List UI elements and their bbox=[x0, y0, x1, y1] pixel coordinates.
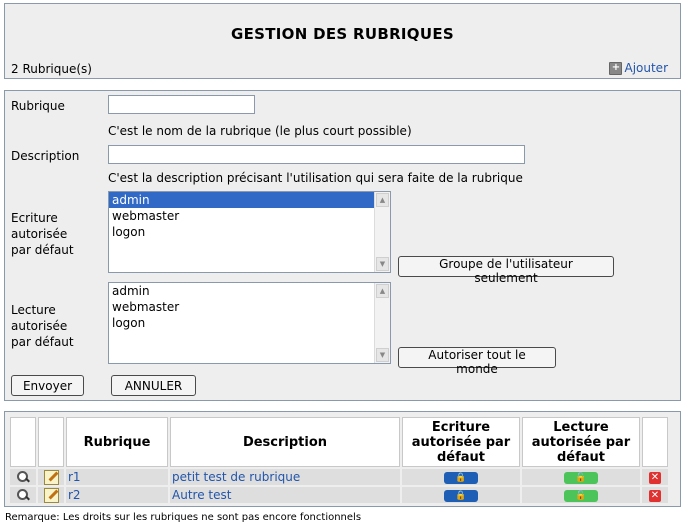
ecriture-cell[interactable]: 🔒 bbox=[402, 487, 520, 503]
description-hint: C'est la description précisant l'utilisa… bbox=[108, 171, 523, 185]
read-unlock-icon[interactable]: 🔓 bbox=[564, 489, 598, 502]
rubriques-table-panel: Rubrique Description Ecriture autorisée … bbox=[4, 411, 681, 507]
add-label: Ajouter bbox=[624, 61, 668, 75]
edit-icon[interactable] bbox=[43, 487, 59, 503]
header-description: Description bbox=[170, 417, 400, 467]
header-delete bbox=[642, 417, 668, 467]
lecture-option-admin[interactable]: admin bbox=[109, 283, 374, 299]
rubrique-input[interactable] bbox=[108, 95, 255, 114]
edit-cell[interactable] bbox=[38, 487, 64, 503]
table-row: r1 petit test de rubrique 🔒 🔓 ✕ bbox=[10, 469, 668, 485]
ecriture-scrollbar[interactable]: ▲ ▼ bbox=[374, 192, 390, 272]
read-unlock-icon[interactable]: 🔓 bbox=[564, 471, 598, 484]
rubrique-hint: C'est le nom de la rubrique (le plus cou… bbox=[108, 124, 412, 138]
scroll-up-icon[interactable]: ▲ bbox=[376, 193, 389, 207]
scroll-down-icon[interactable]: ▼ bbox=[376, 348, 389, 362]
plus-icon: + bbox=[609, 61, 623, 75]
edit-icon[interactable] bbox=[43, 469, 59, 485]
lecture-cell[interactable]: 🔓 bbox=[522, 469, 640, 485]
ecriture-cell[interactable]: 🔒 bbox=[402, 469, 520, 485]
ecriture-label: Ecriture autorisée par défaut bbox=[11, 211, 74, 257]
page-title: GESTION DES RUBRIQUES bbox=[230, 25, 454, 43]
ecriture-listbox[interactable]: admin webmaster logon ▲ ▼ bbox=[108, 191, 391, 273]
lecture-listbox[interactable]: admin webmaster logon ▲ ▼ bbox=[108, 282, 391, 364]
edit-cell[interactable] bbox=[38, 469, 64, 485]
delete-cell[interactable]: ✕ bbox=[642, 487, 668, 503]
description-input[interactable] bbox=[108, 145, 525, 164]
ecriture-option-logon[interactable]: logon bbox=[109, 224, 374, 240]
delete-icon[interactable]: ✕ bbox=[649, 489, 661, 502]
lecture-cell[interactable]: 🔓 bbox=[522, 487, 640, 503]
ecriture-option-webmaster[interactable]: webmaster bbox=[109, 208, 374, 224]
description-label: Description bbox=[11, 149, 80, 163]
envoyer-button[interactable]: Envoyer bbox=[11, 375, 84, 396]
magnifier-icon[interactable] bbox=[16, 488, 30, 502]
autoriser-tout-button[interactable]: Autoriser tout le monde bbox=[398, 347, 556, 376]
view-cell[interactable] bbox=[10, 469, 36, 485]
delete-cell[interactable]: ✕ bbox=[642, 469, 668, 485]
scroll-down-icon[interactable]: ▼ bbox=[376, 257, 389, 271]
ecriture-option-admin[interactable]: admin bbox=[109, 192, 374, 208]
lecture-label: Lecture autorisée par défaut bbox=[11, 303, 74, 349]
rubrique-form: Rubrique C'est le nom de la rubrique (le… bbox=[4, 90, 681, 401]
write-lock-icon[interactable]: 🔒 bbox=[444, 489, 478, 502]
view-cell[interactable] bbox=[10, 487, 36, 503]
rubrique-count: 2 Rubrique(s) bbox=[11, 62, 92, 76]
rubriques-table: Rubrique Description Ecriture autorisée … bbox=[8, 415, 670, 505]
groupe-utilisateur-button[interactable]: Groupe de l'utilisateur seulement bbox=[398, 256, 614, 285]
header-panel: GESTION DES RUBRIQUES 2 Rubrique(s) + Aj… bbox=[4, 3, 681, 79]
header-edit bbox=[38, 417, 64, 467]
rubrique-description-link[interactable]: petit test de rubrique bbox=[170, 469, 400, 485]
footnote: Remarque: Les droits sur les rubriques n… bbox=[5, 512, 362, 523]
table-row: r2 Autre test 🔒 🔓 ✕ bbox=[10, 487, 668, 503]
annuler-button[interactable]: ANNULER bbox=[111, 375, 196, 396]
lecture-option-webmaster[interactable]: webmaster bbox=[109, 299, 374, 315]
header-lecture: Lecture autorisée par défaut bbox=[522, 417, 640, 467]
rubrique-name-link[interactable]: r2 bbox=[66, 487, 168, 503]
table-header-row: Rubrique Description Ecriture autorisée … bbox=[10, 417, 668, 467]
magnifier-icon[interactable] bbox=[16, 470, 30, 484]
delete-icon[interactable]: ✕ bbox=[649, 471, 661, 484]
rubrique-label: Rubrique bbox=[11, 99, 65, 113]
lecture-option-logon[interactable]: logon bbox=[109, 315, 374, 331]
header-ecriture: Ecriture autorisée par défaut bbox=[402, 417, 520, 467]
header-view bbox=[10, 417, 36, 467]
write-lock-icon[interactable]: 🔒 bbox=[444, 471, 478, 484]
rubrique-name-link[interactable]: r1 bbox=[66, 469, 168, 485]
scroll-up-icon[interactable]: ▲ bbox=[376, 284, 389, 298]
add-rubrique-link[interactable]: + Ajouter bbox=[609, 61, 668, 75]
header-rubrique: Rubrique bbox=[66, 417, 168, 467]
lecture-scrollbar[interactable]: ▲ ▼ bbox=[374, 283, 390, 363]
rubrique-description-link[interactable]: Autre test bbox=[170, 487, 400, 503]
